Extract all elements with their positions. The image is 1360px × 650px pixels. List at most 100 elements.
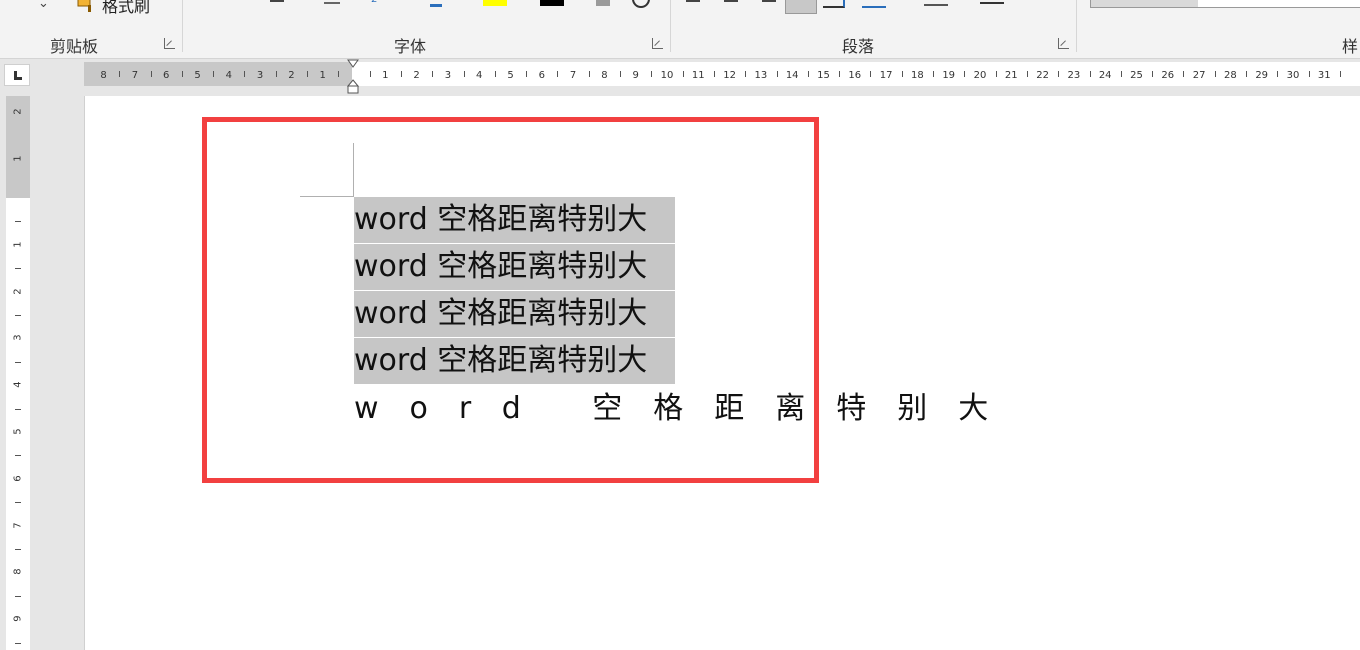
ruler-minor-tick bbox=[964, 71, 966, 77]
ruler-minor-tick bbox=[588, 71, 590, 77]
ruler-tick-label: 10 bbox=[660, 70, 674, 81]
style-gallery-item[interactable] bbox=[1090, 0, 1200, 8]
ruler-minor-tick bbox=[776, 71, 778, 77]
ruler-minor-tick bbox=[526, 71, 528, 77]
ruler-tick-label: 24 bbox=[1098, 70, 1112, 81]
highlight-color-swatch[interactable] bbox=[483, 0, 507, 6]
ruler-minor-tick bbox=[15, 361, 21, 363]
ruler-minor-tick bbox=[494, 71, 496, 77]
ruler-tick-label: 14 bbox=[785, 70, 799, 81]
group-label-paragraph: 段落 bbox=[842, 37, 875, 56]
ruler-tick-label: 26 bbox=[1161, 70, 1175, 81]
ruler-tick-label: 15 bbox=[817, 70, 830, 81]
ruler-minor-tick bbox=[15, 502, 21, 504]
chevron-down-icon[interactable]: ⌄ bbox=[38, 0, 49, 11]
ruler-tick-label: 9 bbox=[632, 70, 639, 81]
align-center-icon[interactable] bbox=[724, 0, 738, 2]
ruler-minor-tick bbox=[15, 315, 21, 316]
horizontal-ruler[interactable]: 8 7 6 5 4 3 2 1 1 2 3 4 5 6 7 8 9 10 11 12 13 14 15 16 17 18 19 20 2… bbox=[84, 62, 1360, 86]
ruler-minor-tick bbox=[119, 71, 121, 77]
distributed-icon[interactable] bbox=[823, 0, 845, 8]
group-separator bbox=[670, 0, 671, 52]
ruler-tick-label: 5 bbox=[12, 428, 24, 435]
clipboard-launcher-icon[interactable] bbox=[164, 38, 175, 49]
justify-button[interactable] bbox=[785, 0, 817, 14]
ruler-tick-label: 5 bbox=[507, 70, 514, 81]
format-painter-label: 格式刷 bbox=[102, 0, 151, 16]
ruler-minor-tick bbox=[181, 71, 183, 77]
ruler-minor-tick bbox=[1058, 71, 1060, 77]
ruler-tick-label: 8 bbox=[12, 568, 24, 576]
group-label-styles: 样 bbox=[1342, 37, 1359, 56]
text-effects-icon[interactable] bbox=[430, 0, 442, 7]
ruler-tick-label: 16 bbox=[848, 70, 862, 81]
ruler-tick-label: 6 bbox=[12, 475, 24, 482]
font-launcher-icon[interactable] bbox=[652, 38, 663, 49]
ruler-tick-label: 27 bbox=[1192, 70, 1206, 81]
font-color-swatch[interactable] bbox=[540, 0, 564, 6]
ruler-minor-tick bbox=[244, 71, 246, 77]
ruler-tick-label: 30 bbox=[1286, 70, 1300, 81]
format-painter-button[interactable]: 格式刷 bbox=[76, 0, 150, 16]
borders-icon[interactable] bbox=[980, 0, 1004, 4]
align-left-icon[interactable] bbox=[686, 0, 700, 2]
ruler-tick-label: 3 bbox=[256, 70, 264, 81]
tab-stop-selector[interactable] bbox=[4, 64, 30, 86]
ruler-minor-tick bbox=[15, 408, 21, 410]
strikethrough-icon[interactable] bbox=[324, 0, 340, 4]
indent-marker-icon[interactable] bbox=[346, 58, 360, 96]
ruler-minor-tick bbox=[1308, 71, 1310, 77]
ruler-tick-label: 13 bbox=[754, 70, 768, 81]
ruler-tick-label: 18 bbox=[911, 70, 924, 81]
shading-icon[interactable] bbox=[924, 0, 948, 6]
ruler-minor-tick bbox=[651, 71, 653, 77]
ruler-tick-label: 28 bbox=[1224, 70, 1237, 81]
ruler-minor-tick bbox=[1120, 71, 1122, 77]
ruler-tick-label: 19 bbox=[942, 70, 956, 81]
vertical-ruler[interactable]: 2 1 1 2 3 4 5 6 7 8 9 bbox=[6, 96, 30, 650]
ruler-tick-label: 31 bbox=[1317, 70, 1331, 81]
line-spacing-icon[interactable] bbox=[862, 0, 886, 8]
ruler-tick-label: 4 bbox=[12, 381, 24, 388]
ruler-tick-label: 3 bbox=[444, 70, 452, 81]
ruler-tick-label: 6 bbox=[538, 70, 545, 81]
ruler-tick-label: 2 bbox=[12, 287, 24, 295]
left-tab-icon bbox=[14, 71, 22, 80]
ruler-tick-label: 25 bbox=[1130, 70, 1143, 81]
ruler-minor-tick bbox=[1152, 71, 1154, 77]
align-icon[interactable] bbox=[270, 0, 284, 2]
ruler-minor-tick bbox=[933, 71, 935, 77]
ruler-minor-tick bbox=[369, 71, 371, 77]
group-separator bbox=[182, 0, 183, 52]
ruler-tick-label: 22 bbox=[1036, 70, 1049, 81]
ruler-minor-tick bbox=[15, 455, 21, 457]
ruler-minor-tick bbox=[1089, 71, 1091, 77]
ruler-minor-tick bbox=[713, 71, 715, 77]
ruler-tick-label: 29 bbox=[1255, 70, 1269, 81]
subscript-icon[interactable]: 2 bbox=[371, 0, 377, 5]
format-painter-icon bbox=[76, 0, 96, 13]
ruler-tick-label: 5 bbox=[194, 70, 201, 81]
ruler-minor-tick bbox=[307, 71, 309, 77]
ruler-minor-tick bbox=[213, 71, 215, 77]
ruler-tick-label: 2 bbox=[12, 108, 24, 116]
ruler-tick-label: 3 bbox=[12, 334, 24, 342]
group-label-clipboard: 剪贴板 bbox=[50, 37, 99, 56]
ruler-minor-tick bbox=[15, 642, 21, 644]
align-right-icon[interactable] bbox=[762, 0, 776, 2]
ruler-minor-tick bbox=[557, 71, 559, 77]
style-gallery-item-2[interactable] bbox=[1198, 0, 1360, 8]
ruler-tick-label: 4 bbox=[476, 70, 483, 81]
ruler-minor-tick bbox=[901, 71, 903, 77]
ruler-tick-label: 1 bbox=[382, 70, 389, 81]
ruler-tick-label: 6 bbox=[163, 70, 170, 81]
annotation-highlight-box bbox=[202, 117, 819, 483]
group-label-font: 字体 bbox=[394, 37, 427, 56]
ribbon: ⌄ 格式刷 2 剪贴板 字体 段落 样 bbox=[0, 0, 1360, 59]
char-shading-icon[interactable] bbox=[596, 0, 610, 6]
ruler-minor-tick bbox=[995, 71, 997, 77]
paragraph-launcher-icon[interactable] bbox=[1058, 38, 1069, 49]
ruler-minor-tick bbox=[839, 71, 841, 77]
enclose-char-icon[interactable] bbox=[632, 0, 650, 8]
ruler-minor-tick bbox=[1214, 71, 1216, 77]
